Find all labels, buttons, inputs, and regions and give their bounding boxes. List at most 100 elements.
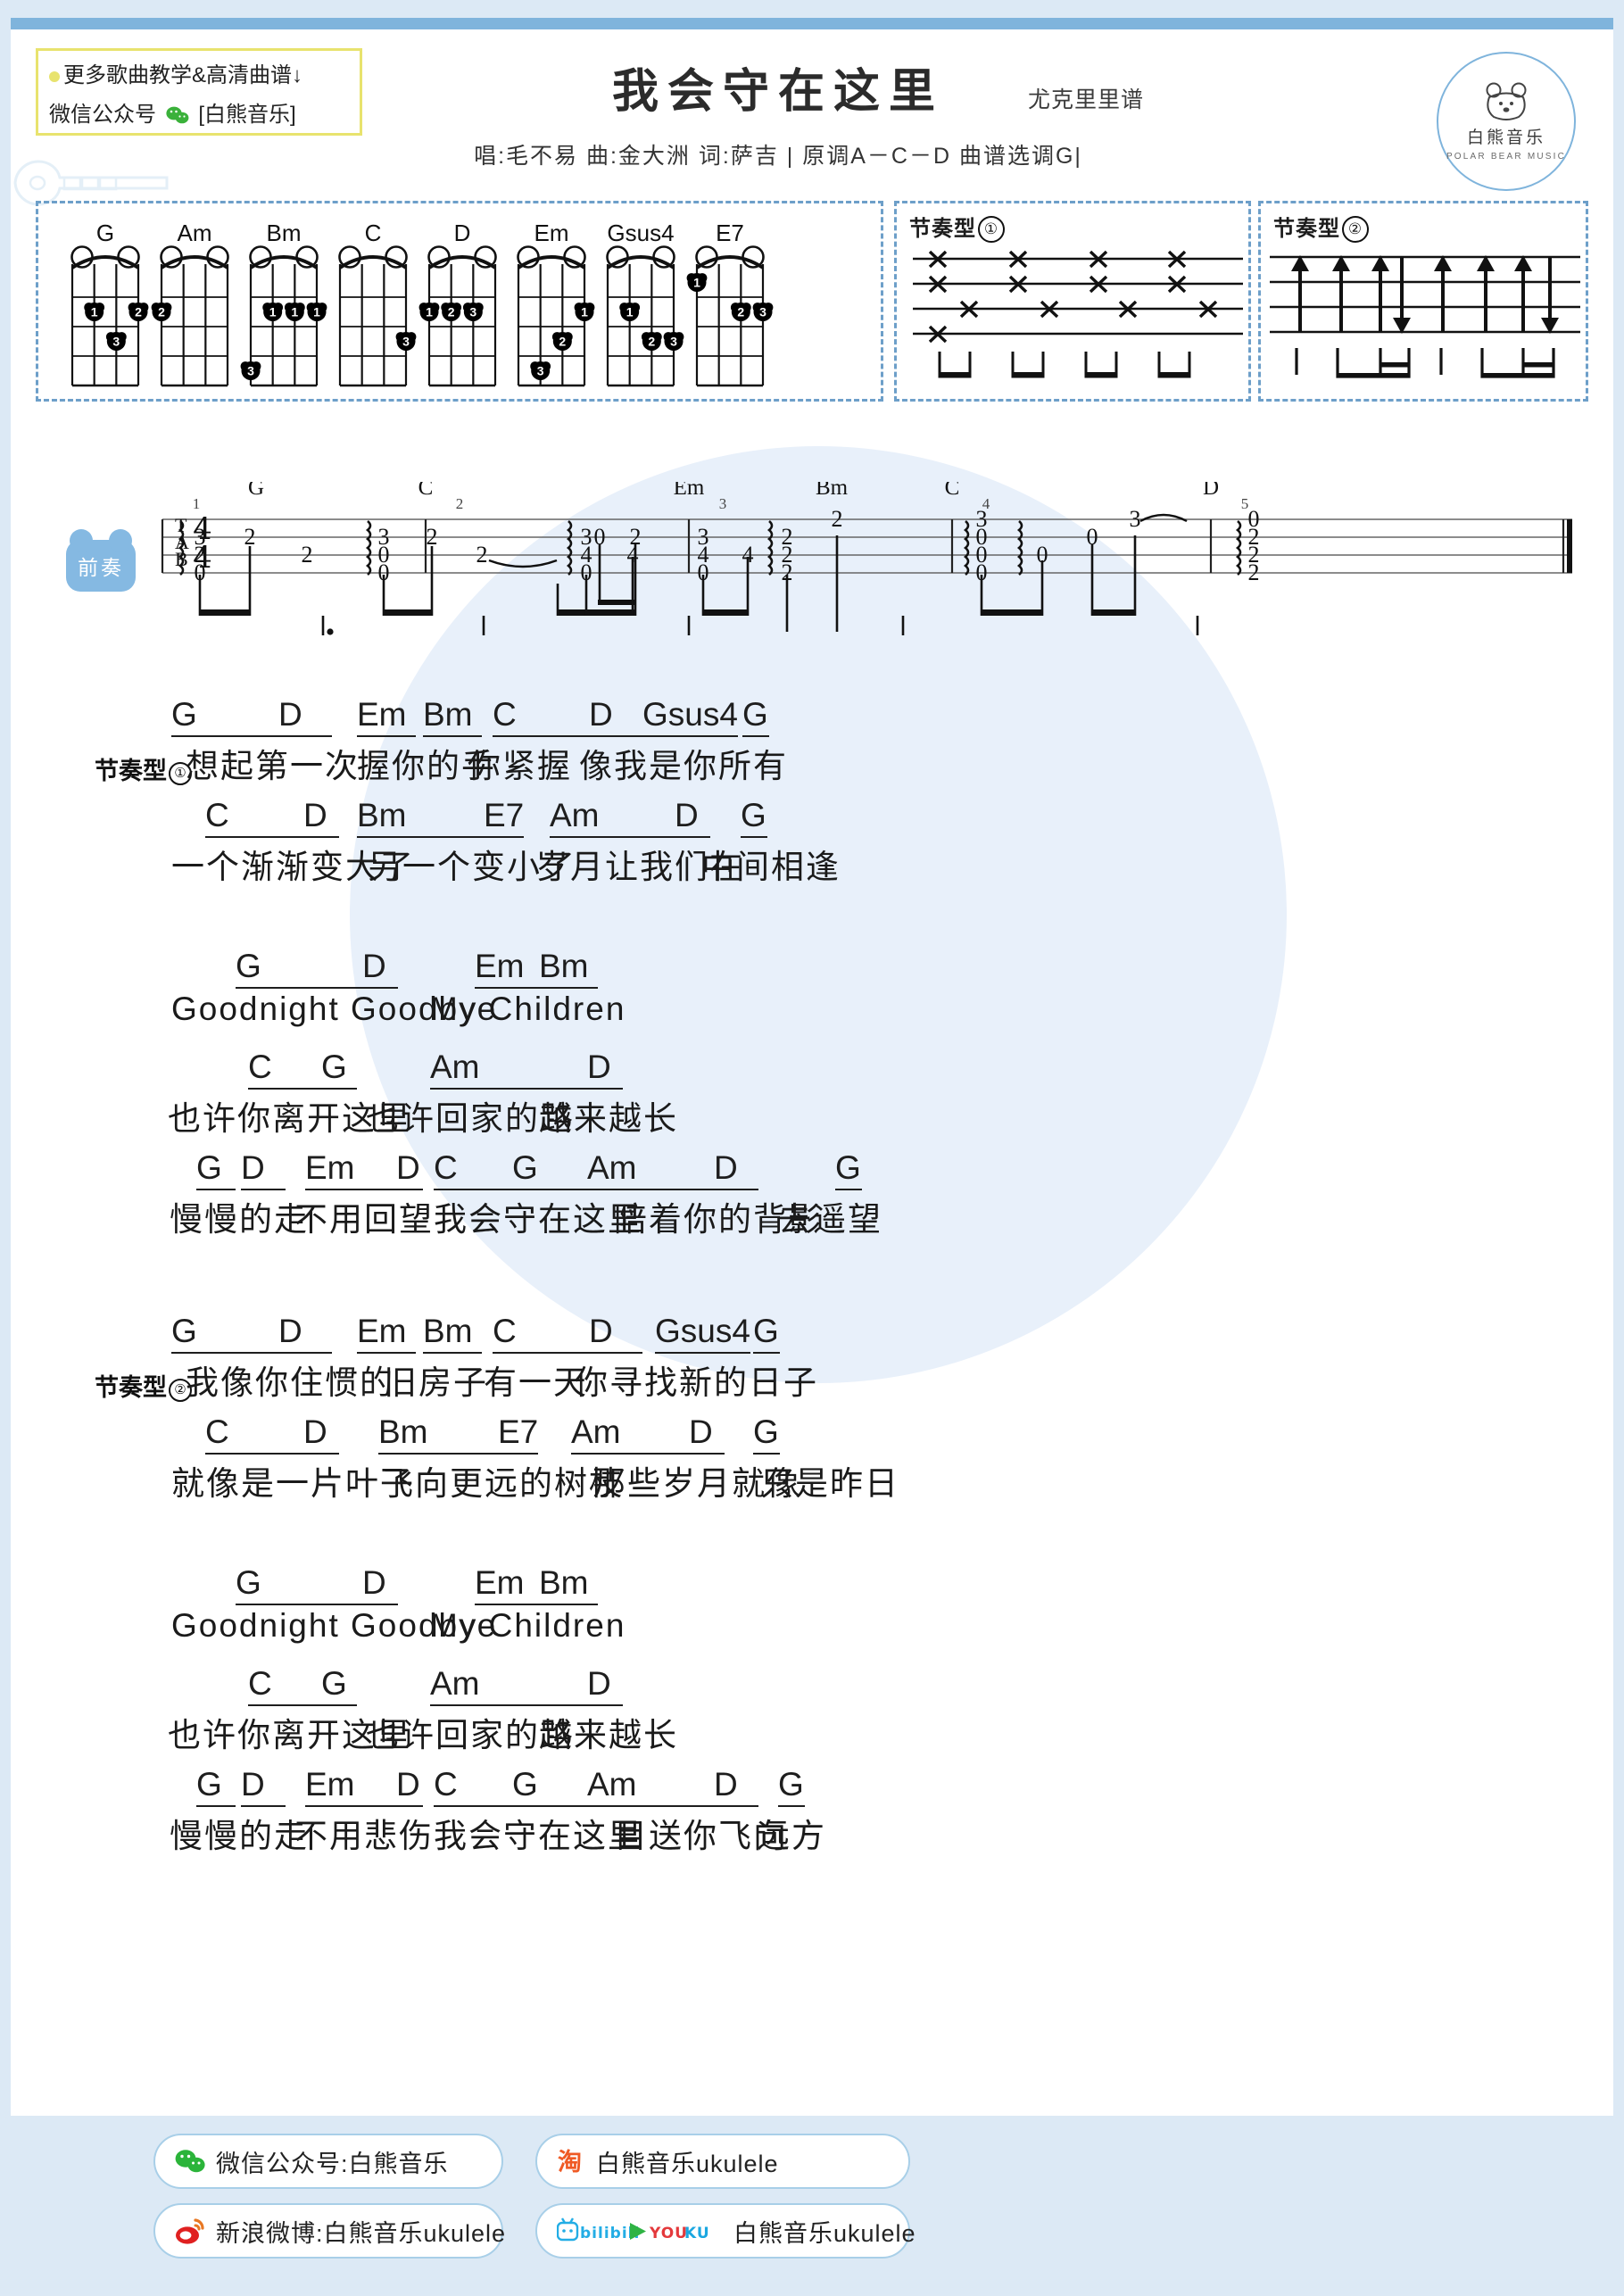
lyric-text: 越来越长: [539, 1717, 678, 1753]
chord-diagram-d: D 1 2 3: [418, 220, 497, 387]
chord-label: Gsus4: [642, 696, 738, 737]
chord-label: E7: [484, 797, 525, 838]
chord-label: C: [493, 696, 600, 737]
promo-text-2-suffix: [白熊音乐]: [198, 103, 296, 127]
lyric-text: 中间相逢: [701, 849, 841, 885]
chord-label: D: [589, 696, 642, 737]
svg-text:2: 2: [476, 542, 488, 568]
svg-text:E7: E7: [716, 220, 744, 246]
chord-label: D: [278, 696, 332, 737]
rhythm-pattern-1-panel: 节奏型 ①: [894, 201, 1251, 402]
rhythm-2-label: 节奏型: [1273, 217, 1340, 241]
chord-label: Am: [550, 797, 692, 838]
svg-text:YOU: YOU: [649, 2225, 688, 2242]
svg-text:2: 2: [135, 305, 142, 319]
lyrics-section: 节奏型 ① G D Em Bm C D Gsus4 G 想起第一次 握你的手 你紧握 像我是你所有 C D Bm…: [11, 696, 1613, 898]
svg-text:3: 3: [670, 335, 677, 349]
lyric-text: 只是昨日: [760, 1465, 899, 1502]
lyric-text: 你寻找新的日子: [575, 1364, 818, 1401]
chord-label: Bm: [357, 797, 500, 838]
svg-text:Bm: Bm: [816, 482, 849, 500]
chord-label: D: [362, 1564, 398, 1605]
chord-label: Am: [430, 1049, 609, 1090]
svg-text:1: 1: [291, 305, 298, 319]
rhythm-2-notation: [1270, 255, 1580, 378]
chord-label: D: [303, 1413, 339, 1455]
polar-bear-icon: [1486, 82, 1527, 120]
chord-label: Bm: [539, 948, 598, 989]
svg-text:3: 3: [759, 305, 766, 319]
svg-text:2: 2: [559, 335, 566, 349]
lyric-text: 像我是你所有: [579, 748, 788, 784]
svg-text:1: 1: [581, 305, 588, 319]
svg-text:C: C: [365, 220, 382, 246]
lyric-text: 就像是一片叶子: [171, 1465, 415, 1502]
chord-diagrams-svg: G1 23Am2Bm1 1 13C3D1 2 3Em123Gsus412 3E712 3: [70, 220, 774, 387]
svg-text:Am: Am: [178, 220, 212, 246]
chord-lyric-row: G D Em Bm Goodnight Goodbye My Children: [11, 1564, 1613, 1665]
svg-text:Gsus4: Gsus4: [607, 220, 674, 246]
chord-label: D: [714, 1766, 758, 1807]
chord-label: G: [753, 1413, 780, 1455]
lyric-text: My Children: [430, 991, 626, 1027]
svg-text:Em: Em: [534, 220, 569, 246]
chord-label: Gsus4: [655, 1313, 750, 1354]
chord-label: G: [196, 1149, 236, 1190]
chord-diagram-e7: E7 1 2 3: [686, 220, 774, 387]
svg-text:3: 3: [469, 305, 476, 319]
promo-line-2: 微信公众号 [白熊音乐]: [49, 95, 351, 138]
chord-label: D: [396, 1149, 423, 1190]
chord-label: D: [589, 1313, 642, 1354]
svg-text:2: 2: [302, 542, 313, 568]
chord-label: Am: [430, 1665, 609, 1706]
footer-link-wechat-label: 微信公众号:白熊音乐: [216, 2150, 449, 2177]
svg-text:2: 2: [448, 305, 455, 319]
lyric-text: 我像你住惯的: [186, 1364, 394, 1401]
chord-label: G: [321, 1049, 357, 1090]
chord-lyric-row: G D Em D C G Am D G 慢慢的走 不用悲伤 我会守在这里 目送你飞向 远方: [11, 1766, 1613, 1867]
chord-lyric-row: G D Em Bm C D Gsus4 G 想起第一次 握你的手 你紧握 像我是你所有: [11, 696, 1613, 797]
svg-text:3: 3: [537, 364, 544, 378]
svg-text:2: 2: [832, 506, 843, 532]
svg-text:G: G: [96, 220, 114, 246]
chord-diagram-g: G 1 2 3: [70, 220, 149, 387]
chord-label: G: [742, 696, 769, 737]
chord-label: Bm: [423, 1313, 482, 1354]
chord-label: Bm: [378, 1413, 512, 1455]
promo-text-1: 更多歌曲教学&高清曲谱↓: [63, 63, 303, 87]
svg-text:2: 2: [158, 305, 165, 319]
svg-text:3: 3: [1130, 506, 1141, 532]
footer-link-weibo[interactable]: 新浪微博:白熊音乐ukulele: [153, 2203, 505, 2259]
svg-text:1: 1: [193, 495, 201, 512]
chord-label: D: [689, 1413, 725, 1455]
footer-link-taobao[interactable]: 淘 白熊音乐ukulele: [535, 2134, 910, 2189]
lyric-text: 我会守在这里: [434, 1201, 642, 1238]
lyrics-section: G D Em Bm Goodnight Goodbye My Children C G Am D 也…: [11, 1564, 1613, 1867]
chord-label: D: [587, 1049, 623, 1090]
lyric-text: 旧房子: [384, 1364, 488, 1401]
svg-text:KU: KU: [684, 2225, 710, 2242]
chord-lyric-row: G D Em Bm Goodnight Goodbye My Children: [11, 948, 1613, 1049]
footer-link-bilibili-youku[interactable]: bilibili YOU KU 白熊音乐ukulele: [535, 2203, 916, 2259]
chord-label: G: [741, 797, 767, 838]
bilibili-youku-icon: bilibili YOU KU: [557, 2217, 717, 2244]
svg-text:1: 1: [626, 305, 634, 319]
footer-link-taobao-label: 白熊音乐ukulele: [596, 2150, 779, 2177]
rhythm-2-number: ②: [1342, 216, 1369, 243]
lyric-text: 不用悲伤: [294, 1818, 434, 1854]
tab-staff: T A B 4 4 1 2 3 4 5 G C Em Bm C D 3 2 0 2 2 3 0 0 2 2 0 2 3 4 0 4 3 4 0 4 2 2…: [64, 476, 1581, 660]
rhythm-1-notation: [913, 250, 1243, 378]
promo-box: 更多歌曲教学&高清曲谱↓ 微信公众号 [白熊音乐]: [36, 48, 362, 136]
chord-label: G: [835, 1149, 862, 1190]
weibo-icon: [175, 2217, 205, 2245]
lyrics-container: 节奏型 ① G D Em Bm C D Gsus4 G 想起第一次 握你的手 你紧握 像我是你所有 C D Bm…: [11, 696, 1613, 1867]
svg-text:1: 1: [91, 305, 98, 319]
chord-label: Am: [587, 1766, 721, 1807]
chord-lyric-row: C D Bm E7 Am D G 一个渐渐变大了 另一个变小了 岁月让我们在 中间相逢: [11, 797, 1613, 898]
chord-label: D: [241, 1766, 286, 1807]
footer-link-wechat[interactable]: 微信公众号:白熊音乐: [153, 2134, 503, 2189]
wechat-icon: [175, 2148, 205, 2175]
svg-text:2: 2: [648, 335, 655, 349]
chord-label: C: [205, 797, 312, 838]
footer-links: 微信公众号:白熊音乐 淘 白熊音乐ukulele 新浪微博:白熊音乐ukulel…: [11, 2116, 1613, 2285]
